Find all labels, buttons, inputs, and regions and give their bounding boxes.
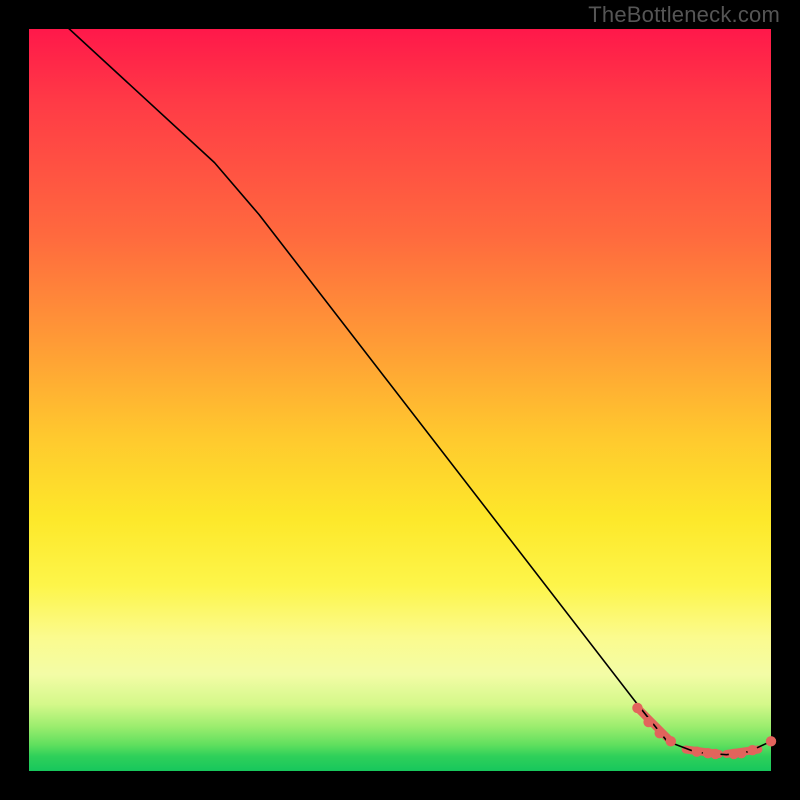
watermark-text: TheBottleneck.com: [588, 2, 780, 28]
data-marker: [710, 749, 720, 759]
bottleneck-curve: [29, 0, 771, 755]
data-marker: [736, 748, 746, 758]
data-marker: [766, 736, 776, 746]
data-marker: [643, 717, 653, 727]
data-marker: [632, 703, 642, 713]
data-marker: [655, 728, 665, 738]
plot-outer: [29, 29, 771, 771]
data-marker: [666, 736, 676, 746]
marker-group: [632, 703, 776, 759]
data-marker: [692, 747, 702, 757]
chart-overlay: [29, 29, 771, 771]
data-marker: [747, 745, 757, 755]
chart-frame: TheBottleneck.com: [0, 0, 800, 800]
